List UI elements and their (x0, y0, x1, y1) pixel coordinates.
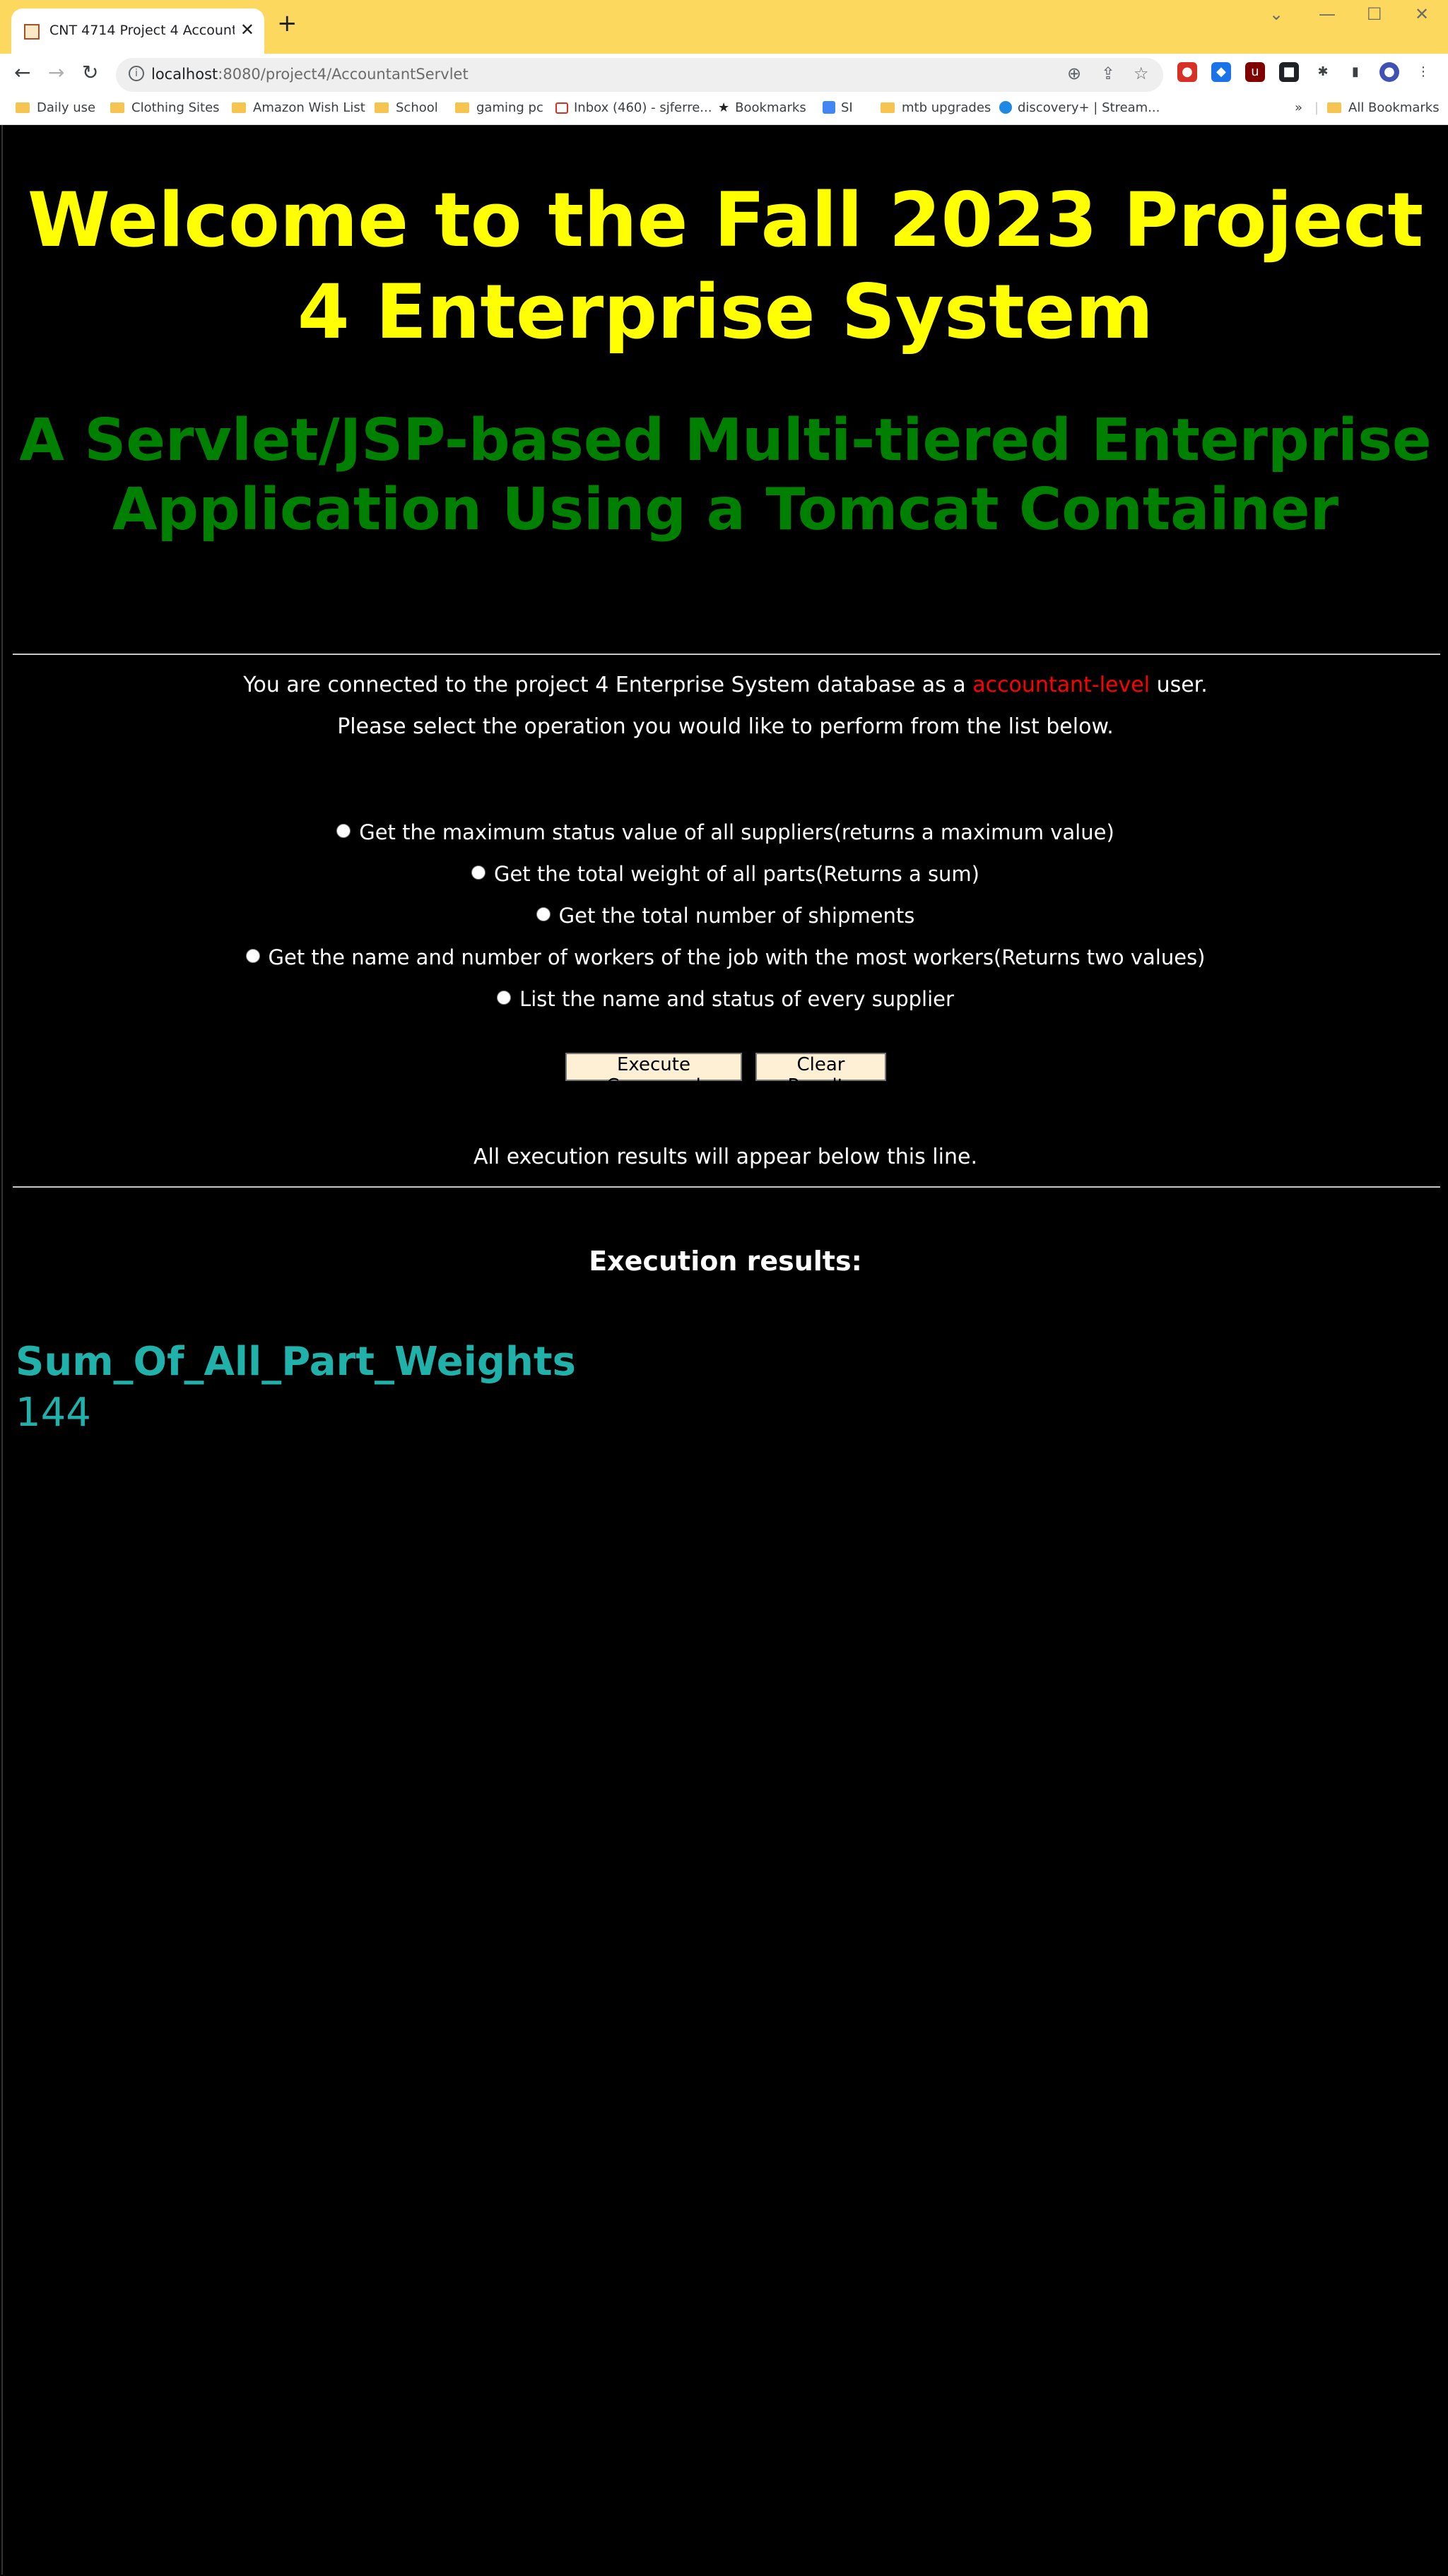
bookmark-clothing-sites[interactable]: Clothing Sites (110, 100, 220, 115)
page-content: Welcome to the Fall 2023 Project 4 Enter… (1, 125, 1448, 2575)
bookmark-si[interactable]: SI (823, 100, 853, 115)
bookmark-inbox[interactable]: Inbox (460) - sjferre... (555, 100, 712, 115)
extension-2-icon[interactable]: ◆ (1211, 62, 1231, 82)
option-label: Get the total number of shipments (558, 904, 915, 928)
option-label: List the name and status of every suppli… (519, 987, 954, 1011)
url-text[interactable]: localhost:8080/project4/AccountantServle… (151, 66, 469, 83)
results-notice: All execution results will appear below … (473, 1145, 977, 1169)
extension-1-icon[interactable]: ● (1177, 62, 1197, 82)
reload-icon[interactable]: ↻ (82, 61, 98, 84)
minimize-icon[interactable]: — (1319, 4, 1336, 24)
back-icon[interactable]: ← (14, 61, 30, 84)
option-row-total-shipments[interactable]: Get the total number of shipments (3, 904, 1448, 928)
window-close-icon[interactable]: ✕ (1415, 4, 1429, 24)
all-bookmarks[interactable]: All Bookmarks (1327, 100, 1440, 115)
option-label: Get the maximum status value of all supp… (359, 820, 1114, 844)
option-radio-max-status[interactable] (336, 824, 351, 838)
result-column-header: Sum_Of_All_Part_Weights (16, 1339, 576, 1385)
option-radio-total-weight[interactable] (471, 865, 485, 880)
ublock-icon[interactable]: u (1245, 62, 1265, 82)
option-label: Get the total weight of all parts(Return… (493, 862, 979, 886)
discovery-icon (999, 101, 1012, 114)
bookmark-discovery[interactable]: discovery+ | Stream... (999, 100, 1160, 115)
forward-icon[interactable]: → (48, 61, 64, 84)
tab-strip: CNT 4714 Project 4 Accountant ✕ + ⌄ — ☐ … (0, 0, 1448, 54)
page-subtitle: A Servlet/JSP-based Multi-tiered Enterpr… (19, 407, 1432, 543)
zoom-icon[interactable]: ⊕ (1067, 64, 1081, 83)
bookmarks-bar: Daily use Clothing Sites Amazon Wish Lis… (0, 96, 1448, 125)
folder-icon (232, 102, 246, 113)
option-label: Get the name and number of workers of th… (268, 945, 1206, 969)
maximize-icon[interactable]: ☐ (1367, 4, 1382, 24)
option-radio-most-workers[interactable] (245, 949, 260, 963)
option-row-most-workers[interactable]: Get the name and number of workers of th… (3, 945, 1448, 969)
folder-icon (455, 102, 469, 113)
connection-status: You are connected to the project 4 Enter… (3, 673, 1448, 697)
bookmark-school[interactable]: School (375, 100, 438, 115)
option-radio-list-suppliers[interactable] (497, 991, 512, 1005)
folder-icon (881, 102, 895, 113)
site-info-icon[interactable]: i (129, 66, 144, 81)
top-divider (13, 654, 1440, 655)
bookmark-amazon-wish-list[interactable]: Amazon Wish List (232, 100, 365, 115)
bookmark-daily-use[interactable]: Daily use (16, 100, 95, 115)
extension-4-icon[interactable]: ■ (1279, 62, 1299, 82)
connection-suffix: user. (1156, 673, 1208, 697)
connection-prefix: You are connected to the project 4 Enter… (243, 673, 966, 697)
folder-icon (375, 102, 389, 113)
bookmark-mtb-upgrades[interactable]: mtb upgrades (881, 100, 991, 115)
bookmark-bookmarks[interactable]: ★ Bookmarks (718, 100, 806, 115)
tab-search-chevron-icon[interactable]: ⌄ (1269, 4, 1283, 24)
browser-chrome: CNT 4714 Project 4 Accountant ✕ + ⌄ — ☐ … (0, 0, 1448, 125)
star-icon: ★ (718, 100, 730, 115)
menu-dots-icon[interactable]: ⋮ (1413, 62, 1433, 82)
close-tab-icon[interactable]: ✕ (240, 20, 254, 40)
instruction-text: Please select the operation you would li… (337, 714, 1114, 739)
page-favicon-icon (24, 24, 40, 40)
option-radio-total-shipments[interactable] (536, 907, 551, 921)
bookmarks-overflow-icon[interactable]: » (1295, 100, 1302, 115)
option-row-max-status[interactable]: Get the maximum status value of all supp… (3, 820, 1448, 844)
tab-title: CNT 4714 Project 4 Accountant (49, 23, 235, 38)
new-tab-icon[interactable]: + (277, 11, 298, 35)
result-value: 144 (16, 1390, 91, 1436)
browser-tab[interactable]: CNT 4714 Project 4 Accountant ✕ (11, 8, 264, 54)
share-icon[interactable]: ⇪ (1101, 64, 1115, 83)
execution-results-label: Execution results: (589, 1246, 862, 1277)
address-bar[interactable]: i localhost:8080/project4/AccountantServ… (116, 58, 1163, 92)
option-row-total-weight[interactable]: Get the total weight of all parts(Return… (3, 862, 1448, 886)
side-panel-icon[interactable]: ▮ (1346, 62, 1365, 82)
folder-icon (16, 102, 30, 113)
avatar[interactable]: ● (1379, 62, 1399, 82)
role-label: accountant-level (972, 673, 1150, 697)
bookmark-gaming-pc[interactable]: gaming pc (455, 100, 543, 115)
execute-command-button[interactable]: Execute Command (565, 1053, 742, 1097)
clear-results-button[interactable]: Clear Results (755, 1053, 886, 1097)
bookmarks-divider: | (1314, 100, 1319, 115)
results-divider (13, 1186, 1440, 1188)
browser-toolbar: ← → ↻ i localhost:8080/project4/Accounta… (0, 54, 1448, 96)
gmail-icon (555, 102, 568, 114)
folder-icon (1327, 102, 1341, 113)
option-row-list-suppliers[interactable]: List the name and status of every suppli… (3, 987, 1448, 1011)
page-title: Welcome to the Fall 2023 Project 4 Enter… (27, 177, 1424, 355)
doc-icon (823, 101, 835, 114)
folder-icon (110, 102, 124, 113)
extensions-puzzle-icon[interactable]: ✱ (1313, 62, 1333, 82)
bookmark-star-icon[interactable]: ☆ (1134, 64, 1149, 83)
